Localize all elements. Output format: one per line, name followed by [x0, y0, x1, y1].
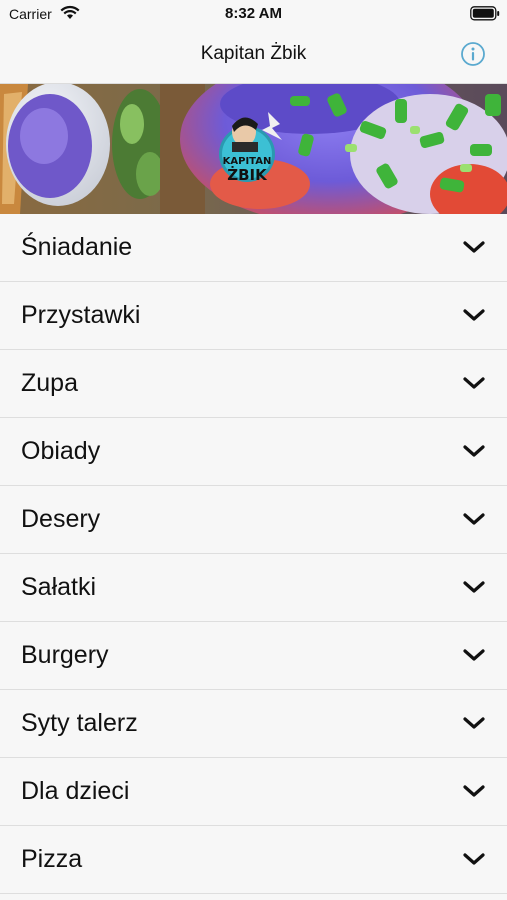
battery-icon [470, 6, 500, 21]
navigation-bar: Kapitan Żbik [0, 26, 507, 84]
menu-item-przystawki[interactable]: Przystawki [0, 282, 507, 350]
menu-item-pizza[interactable]: Pizza [0, 826, 507, 894]
menu-item-syty-talerz[interactable]: Syty talerz [0, 690, 507, 758]
menu-category-list: Śniadanie Przystawki Zupa Obiady Desery … [0, 214, 507, 894]
chevron-down-icon [463, 377, 485, 389]
menu-item-label: Syty talerz [21, 709, 138, 737]
menu-item-label: Obiady [21, 437, 101, 465]
menu-item-obiady[interactable]: Obiady [0, 418, 507, 486]
menu-item-label: Sałatki [21, 573, 97, 601]
menu-item-dla-dzieci[interactable]: Dla dzieci [0, 758, 507, 826]
chevron-down-icon [463, 717, 485, 729]
chevron-down-icon [463, 581, 485, 593]
chevron-down-icon [463, 241, 485, 253]
food-photo: KAPITAN ŻBIK [0, 84, 507, 214]
chevron-down-icon [463, 785, 485, 797]
logo-text-line2: ŻBIK [227, 165, 268, 184]
chevron-down-icon [463, 853, 485, 865]
chevron-down-icon [463, 649, 485, 661]
menu-item-burgery[interactable]: Burgery [0, 622, 507, 690]
menu-item-label: Zupa [21, 369, 78, 397]
menu-item-label: Burgery [21, 641, 109, 669]
chevron-down-icon [463, 445, 485, 457]
info-circle-icon[interactable] [460, 41, 486, 67]
menu-item-label: Śniadanie [21, 233, 133, 261]
menu-item-sniadanie[interactable]: Śniadanie [0, 214, 507, 282]
status-time: 8:32 AM [225, 5, 282, 22]
menu-item-label: Dla dzieci [21, 777, 130, 805]
status-bar: Carrier 8:32 AM [0, 0, 507, 26]
menu-item-label: Pizza [21, 845, 83, 873]
chevron-down-icon [463, 309, 485, 321]
page-title: Kapitan Żbik [200, 43, 307, 64]
chevron-down-icon [463, 513, 485, 525]
menu-item-label: Przystawki [21, 301, 141, 329]
header-banner-image: KAPITAN ŻBIK [0, 84, 507, 214]
menu-item-label: Desery [21, 505, 101, 533]
menu-item-zupa[interactable]: Zupa [0, 350, 507, 418]
menu-item-desery[interactable]: Desery [0, 486, 507, 554]
menu-item-salatki[interactable]: Sałatki [0, 554, 507, 622]
